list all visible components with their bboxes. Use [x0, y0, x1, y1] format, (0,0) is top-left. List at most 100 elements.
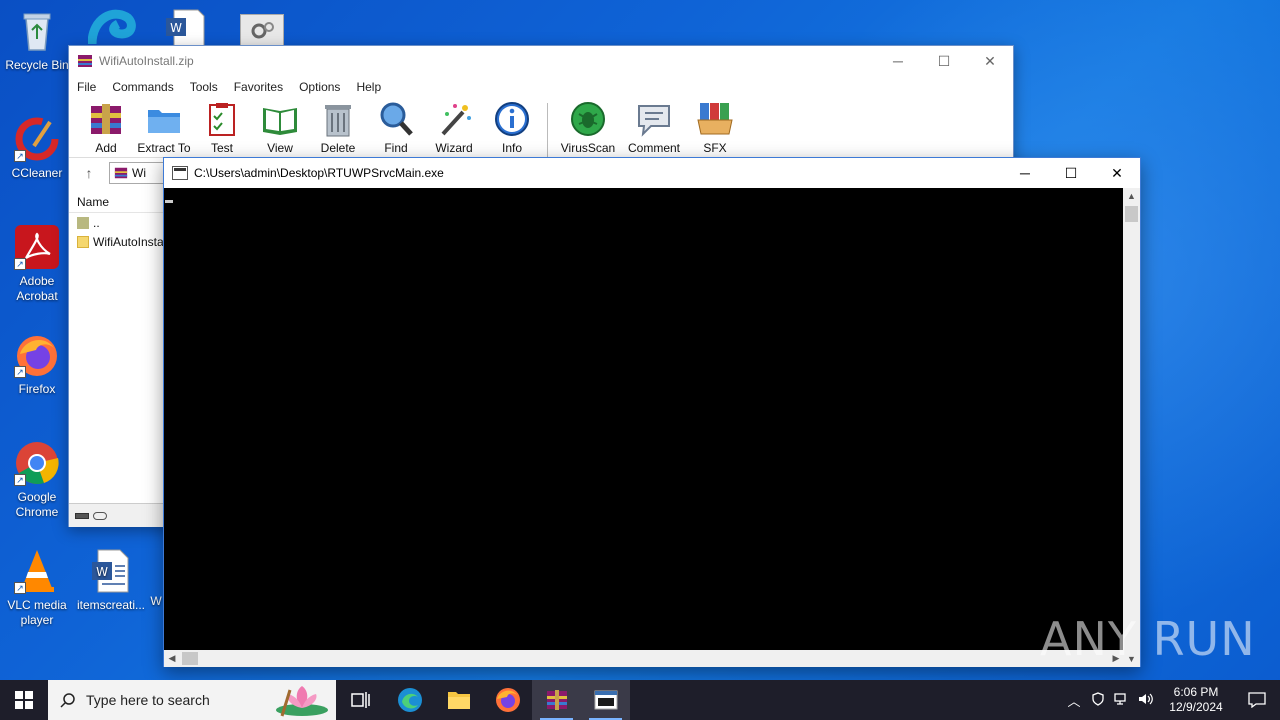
lotus-flower-icon [276, 686, 328, 717]
console-app-icon [172, 166, 188, 180]
edge-desktop-icon[interactable] [87, 4, 136, 46]
taskbar-winrar[interactable] [532, 680, 581, 720]
virus-scan-icon [571, 102, 605, 136]
find-button[interactable]: Find [367, 100, 425, 157]
task-view-icon [350, 692, 370, 708]
winrar-icon [546, 690, 567, 710]
desktop-icon-vlc[interactable]: ↗ VLC media player [0, 548, 74, 628]
horizontal-scrollbar[interactable]: ◀ ▶ [164, 650, 1124, 667]
notification-icon [1248, 692, 1266, 708]
delete-button[interactable]: Delete [309, 100, 367, 157]
folder-up-icon [77, 216, 89, 229]
console-window[interactable]: C:\Users\admin\Desktop\RTUWPSrvcMain.exe… [163, 157, 1141, 667]
taskbar-edge[interactable] [385, 680, 434, 720]
test-clipboard-icon [209, 103, 235, 136]
close-button[interactable]: ✕ [1094, 158, 1140, 188]
desktop-icon-recycle-bin[interactable]: Recycle Bin [0, 8, 74, 73]
task-view-button[interactable] [336, 680, 385, 720]
list-item-label: .. [93, 215, 100, 230]
start-button[interactable] [0, 680, 48, 720]
console-output[interactable] [164, 188, 1124, 650]
desktop-icon-label: Adobe Acrobat [16, 274, 58, 303]
comment-button[interactable]: Comment [622, 100, 686, 157]
view-button[interactable]: View [251, 100, 309, 157]
menu-commands[interactable]: Commands [112, 80, 173, 94]
winrar-title: WifiAutoInstall.zip [99, 54, 194, 68]
up-arrow-icon[interactable]: ↑ [77, 165, 101, 181]
firefox-icon [495, 688, 520, 712]
desktop-icon-itemscreati[interactable]: W itemscreati... [74, 548, 148, 613]
menu-file[interactable]: File [77, 80, 96, 94]
taskbar-file-explorer[interactable] [434, 680, 483, 720]
archive-icon [114, 167, 128, 179]
column-header-name[interactable]: Name [69, 191, 164, 213]
desktop-icon-label: Google Chrome [15, 490, 59, 519]
list-item[interactable]: WifiAutoInsta [69, 232, 164, 251]
maximize-button[interactable]: ☐ [921, 46, 967, 76]
find-label: Find [384, 141, 408, 155]
virusscan-button[interactable]: VirusScan [554, 100, 622, 157]
minimize-button[interactable]: ─ [1002, 158, 1048, 188]
wizard-button[interactable]: Wizard [425, 100, 483, 157]
scroll-up-icon[interactable]: ▲ [1123, 188, 1140, 204]
menu-favorites[interactable]: Favorites [234, 80, 283, 94]
desktop-icon-adobe-acrobat[interactable]: ↗ Adobe Acrobat [0, 224, 74, 304]
menu-options[interactable]: Options [299, 80, 340, 94]
windows-logo-icon [15, 691, 33, 709]
view-label: View [267, 141, 293, 155]
vertical-scrollbar[interactable]: ▲ ▼ [1123, 188, 1140, 667]
winrar-toolbar: Add Extract To Test View Delete Find Wiz… [69, 98, 1013, 158]
taskbar-clock[interactable]: 6:06 PM 12/9/2024 [1158, 685, 1234, 715]
close-button[interactable]: ✕ [967, 46, 1013, 76]
desktop-icon-ccleaner[interactable]: ↗ CCleaner [0, 116, 74, 181]
desktop-icon-firefox[interactable]: ↗ Firefox [0, 332, 74, 397]
folder-icon [77, 235, 89, 248]
sfx-button[interactable]: SFX [686, 100, 744, 157]
console-titlebar[interactable]: C:\Users\admin\Desktop\RTUWPSrvcMain.exe… [164, 158, 1140, 188]
volume-icon[interactable] [1134, 692, 1158, 709]
winrar-app-icon [78, 55, 92, 67]
desktop-icon-google-chrome[interactable]: ↗ Google Chrome [0, 440, 74, 520]
list-item[interactable]: .. [69, 213, 164, 232]
defender-icon[interactable] [1086, 691, 1110, 709]
menu-help[interactable]: Help [356, 80, 381, 94]
list-item-label: WifiAutoInsta [93, 234, 164, 249]
scroll-thumb[interactable] [1125, 206, 1138, 222]
desktop-icon-label: Recycle Bin [5, 58, 69, 72]
taskbar-firefox[interactable] [483, 680, 532, 720]
trash-icon [325, 105, 351, 137]
add-button[interactable]: Add [77, 100, 135, 157]
scroll-left-icon[interactable]: ◀ [164, 650, 180, 667]
add-archive-icon [91, 104, 121, 134]
winrar-titlebar[interactable]: WifiAutoInstall.zip ─ ☐ ✕ [69, 46, 1013, 76]
desktop-icon-label: VLC media player [7, 598, 67, 627]
network-icon[interactable] [1110, 692, 1134, 709]
recycle-bin-icon [14, 8, 60, 54]
clock-date: 12/9/2024 [1169, 700, 1223, 714]
extract-to-button[interactable]: Extract To [135, 100, 193, 157]
adobe-acrobat-icon: ↗ [14, 224, 60, 270]
console-title: C:\Users\admin\Desktop\RTUWPSrvcMain.exe [194, 166, 444, 180]
chevron-up-icon[interactable]: ︿ [1062, 691, 1086, 710]
settings-file-desktop-icon[interactable] [240, 14, 284, 46]
comment-label: Comment [627, 141, 680, 155]
desktop-icon-label: CCleaner [11, 166, 63, 180]
search-placeholder: Type here to search [86, 692, 210, 708]
address-field[interactable]: Wi [109, 162, 169, 184]
taskbar-search-box[interactable]: Type here to search [48, 680, 336, 720]
scroll-thumb[interactable] [182, 652, 198, 665]
comment-icon [638, 105, 670, 137]
magnifier-icon [380, 102, 413, 136]
maximize-button[interactable]: ☐ [1048, 158, 1094, 188]
test-button[interactable]: Test [193, 100, 251, 157]
notification-button[interactable] [1234, 692, 1280, 708]
winrar-menubar: File Commands Tools Favorites Options He… [69, 76, 1013, 98]
word-desktop-icon[interactable]: W [164, 8, 206, 47]
minimize-button[interactable]: ─ [875, 46, 921, 76]
view-book-icon [263, 108, 297, 135]
taskbar-console[interactable] [581, 680, 630, 720]
menu-tools[interactable]: Tools [190, 80, 218, 94]
ccleaner-icon: ↗ [14, 116, 60, 162]
info-button[interactable]: Info [483, 100, 541, 157]
shortcut-arrow-icon: ↗ [14, 258, 26, 270]
